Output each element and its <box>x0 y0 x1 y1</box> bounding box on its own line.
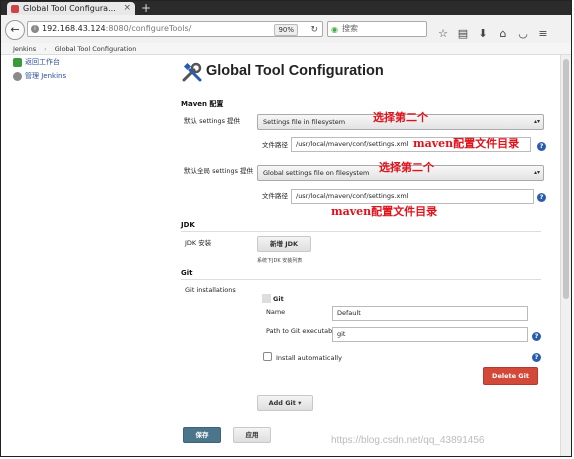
search-input[interactable]: ◉ 搜索 <box>327 21 427 37</box>
delete-git-button[interactable]: Delete Git <box>483 367 538 385</box>
pocket-icon[interactable]: ◡ <box>513 27 533 40</box>
sidebar-item-back[interactable]: 返回工作台 <box>13 57 60 67</box>
scrollbar-thumb[interactable] <box>563 59 569 299</box>
add-jdk-button[interactable]: 新增 JDK <box>257 236 311 252</box>
jenkins-favicon-icon <box>11 5 19 13</box>
breadcrumb: Jenkins › Global Tool Configuration <box>1 43 571 55</box>
git-name-label: Name <box>266 308 286 316</box>
save-button[interactable]: 保存 <box>183 427 221 443</box>
navigation-bar: ← i 192.168.43.124:8080/configureTools/ … <box>1 15 571 44</box>
info-icon[interactable]: i <box>31 25 39 33</box>
global-file-path-label: 文件路径 <box>262 192 288 200</box>
annotation-maven-config-dir: maven配置文件目录 <box>413 137 520 150</box>
bookmark-star-icon[interactable]: ☆ <box>433 27 453 40</box>
tab-title: Global Tool Configura... <box>23 4 116 13</box>
search-placeholder: 搜索 <box>342 24 358 33</box>
breadcrumb-current[interactable]: Global Tool Configuration <box>55 45 137 53</box>
annotation-select-second: 选择第二个 <box>373 111 428 124</box>
git-path-input[interactable]: git <box>332 327 528 342</box>
page-title: Global Tool Configuration <box>206 63 384 79</box>
git-path-label: Path to Git executable <box>266 327 339 335</box>
breadcrumb-separator: › <box>44 45 47 53</box>
maven-section-header: Maven 配置 <box>181 100 224 108</box>
watermark: https://blog.csdn.net/qq_43891456 <box>331 435 485 446</box>
chevron-down-icon: ▾ <box>298 399 302 407</box>
download-icon[interactable]: ⬇ <box>473 27 493 40</box>
apply-button[interactable]: 应用 <box>233 427 271 443</box>
global-settings-file-path-input[interactable]: /usr/local/maven/conf/settings.xml <box>291 189 534 204</box>
divider <box>181 231 541 232</box>
menu-icon[interactable]: ≡ <box>533 27 553 40</box>
gear-icon <box>13 71 22 81</box>
chevron-down-icon: ▴▾ <box>533 118 540 125</box>
install-automatically-checkbox[interactable] <box>263 352 272 361</box>
url-bar[interactable]: i 192.168.43.124:8080/configureTools/ 90… <box>27 21 323 37</box>
git-name-input[interactable]: Default <box>332 306 528 321</box>
zoom-level[interactable]: 90% <box>274 24 298 36</box>
add-git-label: Add Git <box>268 399 296 407</box>
reading-list-icon[interactable]: ▤ <box>453 27 473 40</box>
browser-window: Global Tool Configura... × + ← i 192.168… <box>0 0 572 457</box>
divider <box>181 279 541 280</box>
url-path: :8080/configureTools/ <box>105 24 192 33</box>
jdk-install-label: JDK 安装 <box>185 239 212 247</box>
close-tab-icon[interactable]: × <box>123 2 131 15</box>
help-icon[interactable]: ? <box>537 193 546 202</box>
reload-icon[interactable]: ↻ <box>310 23 318 37</box>
back-arrow-icon[interactable]: ← <box>5 20 25 40</box>
new-tab-icon[interactable]: + <box>141 1 151 15</box>
git-item-title: Git <box>273 295 284 303</box>
sidebar-back-label: 返回工作台 <box>25 58 60 66</box>
add-git-button[interactable]: Add Git ▾ <box>257 395 313 411</box>
annotation-select-second-global: 选择第二个 <box>379 161 434 174</box>
default-settings-label: 默认 settings 提供 <box>184 117 241 125</box>
sidebar-manage-label: 管理 Jenkins <box>25 72 67 80</box>
global-settings-label: 默认全局 settings 提供 <box>184 167 254 175</box>
help-icon[interactable]: ? <box>537 142 546 151</box>
browser-tab[interactable]: Global Tool Configura... × <box>7 2 135 15</box>
default-settings-value: Settings file in filesystem <box>263 118 346 126</box>
git-section-header: Git <box>181 269 193 277</box>
up-arrow-icon <box>13 57 22 67</box>
search-engine-icon: ◉ <box>331 25 338 34</box>
jdk-section-header: JDK <box>181 221 195 229</box>
help-icon[interactable]: ? <box>532 353 541 362</box>
global-settings-value: Global settings file on filesystem <box>263 169 370 177</box>
git-installations-label: Git installations <box>185 286 236 294</box>
url-host: 192.168.43.124 <box>42 24 106 33</box>
home-icon[interactable]: ⌂ <box>493 27 513 40</box>
tab-strip: Global Tool Configura... × + <box>1 1 571 15</box>
help-icon[interactable]: ? <box>532 332 541 341</box>
vertical-scrollbar[interactable] <box>560 55 571 456</box>
drag-handle[interactable] <box>262 294 271 303</box>
install-automatically-label: Install automatically <box>276 354 342 362</box>
toolbar: ☆ ▤ ⬇ ⌂ ◡ ≡ <box>433 22 553 41</box>
tools-icon <box>182 62 202 82</box>
chevron-down-icon: ▴▾ <box>533 169 540 176</box>
sidebar-item-manage[interactable]: 管理 Jenkins <box>13 71 66 81</box>
jdk-note: 系统下JDK 安装列表 <box>257 258 303 264</box>
file-path-label: 文件路径 <box>262 141 288 149</box>
breadcrumb-jenkins[interactable]: Jenkins <box>13 45 36 53</box>
annotation-maven-config-dir-global: maven配置文件目录 <box>331 205 438 218</box>
